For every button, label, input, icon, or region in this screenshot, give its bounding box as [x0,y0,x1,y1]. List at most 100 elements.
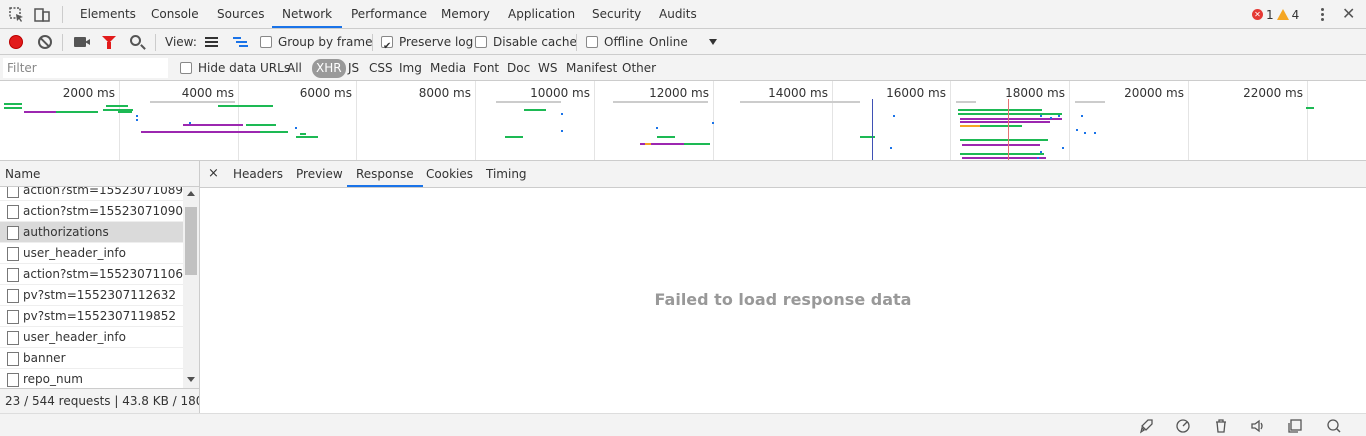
capture-screenshots-icon[interactable] [74,37,86,47]
timeline-event-dot [1094,132,1096,134]
scroll-up-icon[interactable] [187,191,195,196]
filter-icon[interactable] [102,36,116,49]
timeline-request-bar [962,144,1040,146]
overview-icon[interactable] [233,37,248,48]
timeline-marker-line [872,99,873,160]
disable-cache-label: Disable cache [493,35,577,49]
hide-data-urls-checkbox[interactable]: Hide data URLs [177,59,293,78]
request-row[interactable]: user_header_info [0,243,183,264]
detail-tab-headers[interactable]: Headers [224,161,292,187]
timeline-gridline [594,81,595,160]
request-row[interactable]: pv?stm=1552307112632 [0,285,183,306]
toolbar-divider [155,34,156,51]
filter-input[interactable] [3,58,168,78]
timeline-request-bar [956,101,976,103]
detail-tab-preview[interactable]: Preview [287,161,352,187]
filter-type-xhr[interactable]: XHR [312,59,346,78]
timeline-request-bar [960,121,1050,123]
request-row[interactable]: action?stm=1552307110648 [0,264,183,285]
request-row[interactable]: authorizations [0,222,183,243]
device-toolbar-icon[interactable] [34,7,50,23]
timeline-request-bar [118,111,132,113]
tab-application[interactable]: Application [498,0,585,28]
timeline-gridline [238,81,239,160]
filter-type-other[interactable]: Other [619,59,659,78]
request-row[interactable]: action?stm=1552307108978 [0,187,183,201]
performance-monitor-icon[interactable] [1175,418,1191,434]
layers-icon[interactable] [1288,418,1304,434]
timeline-request-bar [958,109,1042,111]
filter-type-doc[interactable]: Doc [504,59,533,78]
filter-type-css[interactable]: CSS [366,59,396,78]
tab-elements[interactable]: Elements [70,0,146,28]
preserve-log-checkbox[interactable]: Preserve log [381,29,473,60]
group-by-frame-checkbox[interactable]: Group by frame [260,29,372,55]
scroll-down-icon[interactable] [187,377,195,382]
timeline-request-bar [141,131,261,133]
timeline-event-dot [1076,129,1078,131]
timeline-marker-line [1008,99,1009,160]
more-options-icon[interactable] [1318,7,1326,23]
rocket-icon[interactable] [1138,418,1154,434]
record-icon[interactable] [9,35,23,49]
request-row[interactable]: pv?stm=1552307119852 [0,306,183,327]
toolbar-divider [372,34,373,51]
request-row[interactable]: user_header_info [0,327,183,348]
name-column-header[interactable]: Name [0,161,200,187]
offline-checkbox[interactable]: Offline [586,29,643,55]
filter-type-all[interactable]: All [284,59,305,78]
clear-icon[interactable] [38,35,52,49]
tab-security[interactable]: Security [582,0,651,28]
tab-console[interactable]: Console [141,0,209,28]
timeline-event-dot [1040,151,1042,153]
response-panel: Failed to load response data [200,188,1366,413]
detail-tab-response[interactable]: Response [347,161,423,187]
request-row[interactable]: repo_num [0,369,183,388]
timeline-request-bar [958,113,1062,115]
timeline-event-dot [561,130,563,132]
disable-cache-checkbox[interactable]: Disable cache [475,29,577,55]
filter-type-js[interactable]: JS [345,59,362,78]
filter-type-font[interactable]: Font [470,59,502,78]
timeline-request-bar [296,136,318,138]
network-overview[interactable]: 2000 ms 4000 ms 6000 ms 8000 ms 10000 ms 1200… [0,81,1366,161]
timeline-request-bar [106,105,128,107]
large-rows-icon[interactable] [205,37,218,47]
timeline-event-dot [712,122,714,124]
console-status[interactable]: ✕ 1 4 [1252,7,1299,22]
request-row[interactable]: banner [0,348,183,369]
inspect-element-icon[interactable] [9,7,25,23]
tab-network[interactable]: Network [272,0,343,28]
search-drawer-icon[interactable] [1326,418,1342,434]
filter-type-ws[interactable]: WS [535,59,560,78]
request-list-scrollbar[interactable] [183,187,199,388]
filter-type-media[interactable]: Media [427,59,469,78]
throttling-select[interactable]: Online [649,29,688,55]
request-row[interactable]: action?stm=1552307109039 [0,201,183,222]
search-icon[interactable] [130,35,141,46]
detail-tab-cookies[interactable]: Cookies [417,161,482,187]
audio-icon[interactable] [1250,418,1266,434]
view-label: View: [165,35,197,49]
timeline-tick-label: 12000 ms [649,86,709,100]
warning-count: 4 [1291,7,1300,22]
timeline-request-bar [960,118,1062,120]
scroll-thumb[interactable] [185,207,197,275]
close-detail-icon[interactable]: × [208,161,219,188]
tab-memory[interactable]: Memory [431,0,500,28]
timeline-request-bar [524,109,546,111]
timeline-gridline [475,81,476,160]
timeline-tick-label: 18000 ms [1005,86,1065,100]
close-devtools-icon[interactable]: ✕ [1342,4,1355,23]
timeline-gridline [950,81,951,160]
timeline-request-bar [150,101,235,103]
filter-type-img[interactable]: Img [396,59,425,78]
tab-sources[interactable]: Sources [207,0,274,28]
detail-tab-timing[interactable]: Timing [477,161,536,187]
tab-audits[interactable]: Audits [649,0,707,28]
tab-performance[interactable]: Performance [341,0,437,28]
timeline-request-bar [657,136,675,138]
chevron-down-icon[interactable] [709,39,717,45]
filter-type-manifest[interactable]: Manifest [563,59,620,78]
trash-icon[interactable] [1213,418,1229,434]
